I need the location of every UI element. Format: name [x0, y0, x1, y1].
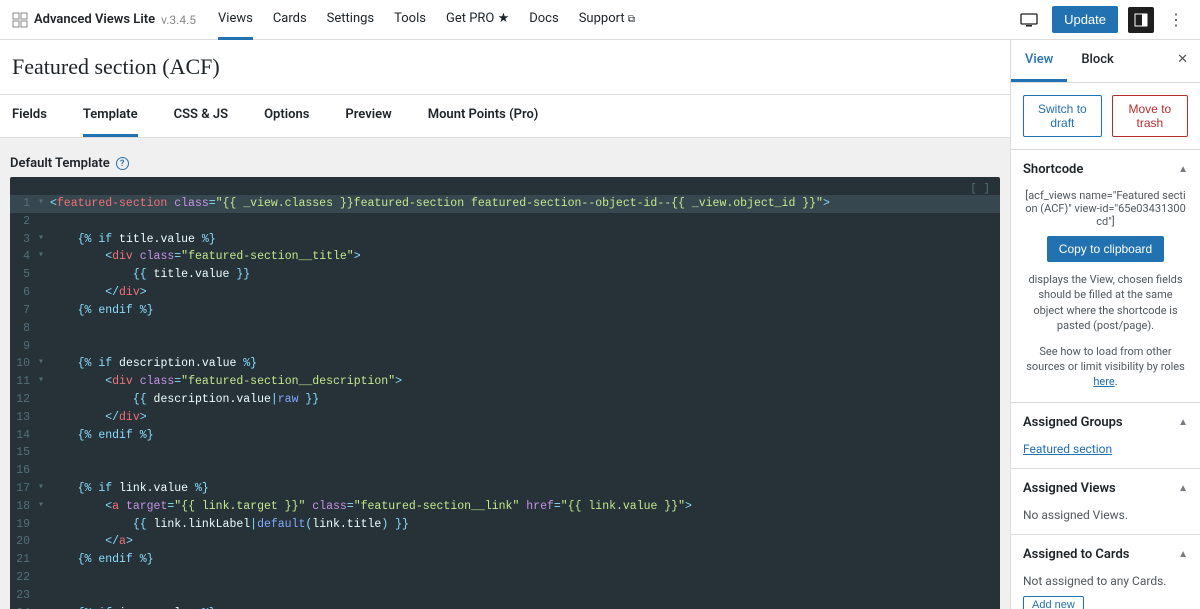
topnav-item-support[interactable]: Support ⧉: [579, 0, 635, 40]
help-icon[interactable]: ?: [116, 157, 129, 170]
copy-to-clipboard-button[interactable]: Copy to clipboard: [1047, 236, 1164, 262]
assigned-group-link[interactable]: Featured section: [1023, 442, 1112, 456]
code-line[interactable]: 19 {{ link.linkLabel|default(link.title)…: [10, 516, 1000, 534]
sidebar-tab-block[interactable]: Block: [1067, 40, 1127, 82]
code-line[interactable]: 16: [10, 462, 1000, 480]
chevron-up-icon: ▲: [1178, 549, 1188, 560]
code-line[interactable]: 22: [10, 569, 1000, 587]
shortcode-text: [acf_views name="Featured section (ACF)"…: [1023, 189, 1188, 228]
code-line[interactable]: 2: [10, 213, 1000, 231]
tab-css-js[interactable]: CSS & JS: [174, 95, 228, 137]
code-line[interactable]: 6 </div>: [10, 284, 1000, 302]
shortcode-help-link[interactable]: here: [1093, 375, 1114, 388]
settings-sidebar: View Block ✕ Switch to draft Move to tra…: [1010, 40, 1200, 609]
topnav-item-views[interactable]: Views: [218, 0, 253, 40]
tab-preview[interactable]: Preview: [345, 95, 391, 137]
more-menu-icon[interactable]: ⋮: [1164, 10, 1188, 29]
top-nav: Views Cards Settings Tools Get PRO ★ Docs Supp…: [218, 0, 635, 40]
default-template-label: Default Template: [10, 156, 110, 171]
topnav-item-get-pro-[interactable]: Get PRO ★: [446, 0, 509, 40]
topnav-item-settings[interactable]: Settings: [327, 0, 374, 40]
editor-tabs: Fields Template CSS & JS Options Preview Moun…: [0, 95, 1010, 138]
assigned-cards-panel-head[interactable]: Assigned to Cards▲: [1011, 535, 1200, 574]
update-button[interactable]: Update: [1052, 6, 1118, 33]
shortcode-panel-head[interactable]: Shortcode▲: [1011, 150, 1200, 189]
tab-mount-points-pro-[interactable]: Mount Points (Pro): [428, 95, 539, 137]
code-line[interactable]: 3▾ {% if title.value %}: [10, 231, 1000, 249]
sidebar-tab-view[interactable]: View: [1011, 40, 1067, 82]
assigned-views-panel-head[interactable]: Assigned Views▲: [1011, 469, 1200, 508]
code-line[interactable]: 4▾ <div class="featured-section__title">: [10, 248, 1000, 266]
code-line[interactable]: 17▾ {% if link.value %}: [10, 480, 1000, 498]
topnav-item-cards[interactable]: Cards: [273, 0, 307, 40]
device-preview-icon[interactable]: [1016, 7, 1042, 33]
topbar: Advanced Views Lite v.3.4.5 Views Cards Se…: [0, 0, 1200, 40]
assigned-views-text: No assigned Views.: [1011, 508, 1200, 534]
main-content: Featured section (ACF) Fields Template CSS…: [0, 40, 1010, 609]
code-line[interactable]: 14 {% endif %}: [10, 427, 1000, 445]
code-line[interactable]: 13 </div>: [10, 409, 1000, 427]
code-line[interactable]: 8: [10, 320, 1000, 338]
add-new-card-button[interactable]: Add new: [1023, 596, 1084, 609]
code-line[interactable]: 9: [10, 338, 1000, 356]
code-line[interactable]: 23: [10, 587, 1000, 605]
code-line[interactable]: 1▾<featured-section class="{{ _view.clas…: [10, 195, 1000, 213]
code-line[interactable]: 15: [10, 444, 1000, 462]
shortcode-description: displays the View, chosen fields should …: [1023, 272, 1188, 334]
close-sidebar-icon[interactable]: ✕: [1165, 40, 1200, 82]
app-grid-icon[interactable]: [12, 12, 28, 28]
version-label: v.3.4.5: [161, 13, 196, 27]
code-line[interactable]: 21 {% endif %}: [10, 551, 1000, 569]
code-line[interactable]: 12 {{ description.value|raw }}: [10, 391, 1000, 409]
switch-to-draft-button[interactable]: Switch to draft: [1023, 95, 1102, 137]
tab-options[interactable]: Options: [264, 95, 309, 137]
code-line[interactable]: 10▾ {% if description.value %}: [10, 355, 1000, 373]
chevron-up-icon: ▲: [1178, 164, 1188, 175]
default-template-editor[interactable]: [ ] 1▾<featured-section class="{{ _view.…: [10, 177, 1000, 609]
external-link-icon: ⧉: [628, 14, 635, 25]
code-line[interactable]: 7 {% endif %}: [10, 302, 1000, 320]
page-title: Featured section (ACF): [12, 54, 998, 80]
code-line[interactable]: 20 </a>: [10, 533, 1000, 551]
tab-template[interactable]: Template: [83, 95, 138, 137]
chevron-up-icon: ▲: [1178, 417, 1188, 428]
brand-name: Advanced Views Lite: [34, 12, 155, 27]
tab-fields[interactable]: Fields: [12, 95, 47, 137]
code-line[interactable]: 11▾ <div class="featured-section__descri…: [10, 373, 1000, 391]
move-to-trash-button[interactable]: Move to trash: [1112, 95, 1188, 137]
code-line[interactable]: 18▾ <a target="{{ link.target }}" class=…: [10, 498, 1000, 516]
assigned-cards-text: Not assigned to any Cards.: [1023, 574, 1188, 588]
assigned-groups-panel-head[interactable]: Assigned Groups▲: [1011, 403, 1200, 442]
fold-all-icon[interactable]: [ ]: [970, 181, 990, 198]
chevron-up-icon: ▲: [1178, 483, 1188, 494]
topnav-item-tools[interactable]: Tools: [394, 0, 426, 40]
code-line[interactable]: 5 {{ title.value }}: [10, 266, 1000, 284]
topnav-item-docs[interactable]: Docs: [529, 0, 558, 40]
code-line[interactable]: 24▾ {% if image.value %}: [10, 605, 1000, 609]
sidebar-toggle-icon[interactable]: [1128, 7, 1154, 33]
